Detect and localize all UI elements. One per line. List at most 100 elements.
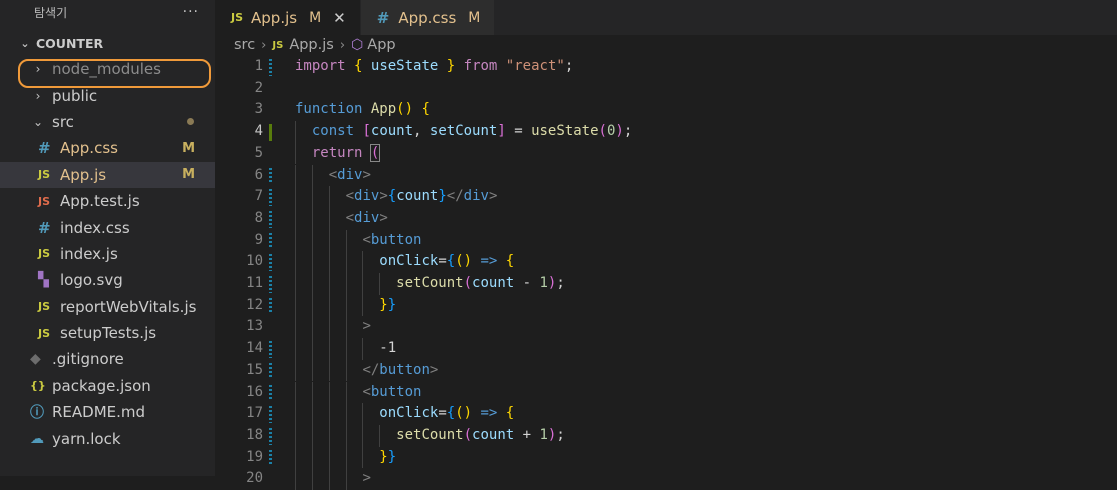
code-token: onClick: [379, 253, 439, 270]
git-modified-marker: [269, 449, 272, 467]
tab-app-css[interactable]: # App.css M: [360, 0, 496, 35]
tree-file[interactable]: ▚ logo.svg: [0, 267, 215, 293]
code-line[interactable]: 2: [215, 78, 1117, 100]
tree-file[interactable]: JS App.test.js: [0, 188, 215, 214]
tree-file[interactable]: # index.css: [0, 214, 215, 240]
code-token: {: [505, 405, 515, 422]
chevron-down-icon: ⌄: [20, 36, 30, 50]
close-icon[interactable]: ✕: [333, 9, 346, 27]
tree-folder[interactable]: ⌄ src: [0, 109, 215, 135]
indent-guide: [295, 142, 296, 165]
code-text: import { useState } from "react";: [295, 56, 573, 78]
tree-file[interactable]: JS reportWebVitals.js: [0, 294, 215, 320]
code-line[interactable]: 18 setCount(count + 1);: [215, 424, 1117, 447]
tree-file[interactable]: JS index.js: [0, 241, 215, 267]
code-token: >: [362, 166, 371, 183]
code-line[interactable]: 20 >: [215, 468, 1117, 490]
code-token: (): [455, 253, 473, 270]
code-token: (: [463, 275, 473, 291]
tree-file[interactable]: ⓘ README.md: [0, 399, 215, 425]
line-number: 10: [246, 253, 263, 270]
code-line[interactable]: 9 <button: [215, 229, 1117, 252]
indent-guide: [362, 251, 364, 273]
code-editor[interactable]: 1 import { useState } from "react"; 2 3 func…: [215, 56, 1117, 490]
indent-guide: [311, 381, 313, 404]
more-actions-icon[interactable]: ···: [183, 4, 199, 20]
code-line[interactable]: 1 import { useState } from "react";: [215, 56, 1117, 78]
code-token: [: [362, 123, 371, 140]
indent-guide: [295, 403, 296, 425]
code-token: (: [598, 123, 607, 140]
indent-guide: [345, 273, 347, 295]
js-icon: JS: [38, 326, 51, 340]
breadcrumb-folder[interactable]: src: [234, 37, 255, 53]
indent-guide: [295, 273, 296, 295]
code-token: button: [370, 383, 422, 400]
code-line[interactable]: 19}}: [215, 446, 1117, 469]
tree-file[interactable]: {} package.json: [0, 373, 215, 399]
code-line[interactable]: 5 return (: [215, 142, 1117, 165]
tree-file[interactable]: ◆ .gitignore: [0, 346, 215, 372]
indent-guide: [362, 424, 364, 447]
tree-item-label: src: [52, 112, 74, 131]
breadcrumb-file[interactable]: App.js: [289, 37, 334, 53]
line-number: 5: [254, 144, 263, 161]
code-line[interactable]: 13 >: [215, 316, 1117, 339]
git-modified-marker: [269, 210, 272, 228]
code-text: setCount(count + 1);: [396, 425, 565, 447]
js-icon: JS: [231, 11, 244, 24]
file-tree: › node_modules › public ⌄ src # App.css M JS App.j…: [0, 56, 215, 452]
line-number: 3: [254, 101, 263, 118]
code-line[interactable]: 15 </button>: [215, 359, 1117, 382]
code-line[interactable]: 11 setCount(count - 1);: [215, 273, 1117, 295]
code-line[interactable]: 3 function App() {: [215, 99, 1117, 121]
indent-guide: [379, 273, 381, 295]
code-token: }: [438, 188, 447, 205]
code-token: =: [438, 405, 447, 422]
indent-guide: [311, 186, 313, 208]
breadcrumb-symbol[interactable]: App: [367, 37, 395, 53]
tree-file[interactable]: # App.css M: [0, 135, 215, 161]
code-text: function App() {: [295, 99, 430, 121]
code-line[interactable]: 10 onClick={() => {: [215, 251, 1117, 273]
code-line[interactable]: 17 onClick={() => {: [215, 403, 1117, 425]
indent-guide: [311, 338, 313, 360]
tree-item-label: setupTests.js: [60, 324, 157, 343]
indent-guide: [295, 186, 296, 208]
code-line[interactable]: 16 <button: [215, 381, 1117, 404]
indent-guide: [295, 468, 296, 490]
code-line[interactable]: 7 <div>{count}</div>: [215, 186, 1117, 208]
tree-file[interactable]: JS App.js M: [0, 161, 215, 188]
line-number: 6: [254, 166, 263, 183]
tree-file[interactable]: JS setupTests.js: [0, 320, 215, 346]
code-line[interactable]: 14 -1: [215, 338, 1117, 360]
git-modified-marker: [269, 384, 272, 402]
code-line[interactable]: 6 <div>: [215, 164, 1117, 187]
code-line[interactable]: 8 <div>: [215, 207, 1117, 230]
indent-guide: [345, 381, 347, 404]
tree-file[interactable]: ☁ yarn.lock: [0, 425, 215, 451]
git-modified-marker: [269, 362, 272, 380]
indent-guide: [295, 251, 296, 273]
code-token: button: [370, 231, 422, 248]
code-token: </: [446, 188, 464, 205]
indent-guide: [311, 251, 313, 273]
code-token: }: [379, 296, 388, 313]
tree-item-label: index.js: [60, 244, 118, 263]
indent-guide: [345, 316, 347, 339]
git-modified-marker: [269, 406, 272, 423]
css-icon: #: [38, 218, 51, 237]
indent-guide: [345, 403, 347, 425]
code-line[interactable]: 12}}: [215, 294, 1117, 317]
code-token: function: [295, 101, 363, 118]
workspace-section-header[interactable]: ⌄ COUNTER: [0, 30, 215, 56]
code-line[interactable]: 4 const [count, setCount] = useState(0);: [215, 121, 1117, 143]
tab-app-js[interactable]: JS App.js M ✕: [215, 0, 361, 35]
explorer-header: 탐색기 ···: [0, 0, 215, 24]
indent-guide: [345, 468, 347, 490]
code-text: <button: [362, 382, 421, 404]
code-token: setCount: [396, 426, 464, 443]
